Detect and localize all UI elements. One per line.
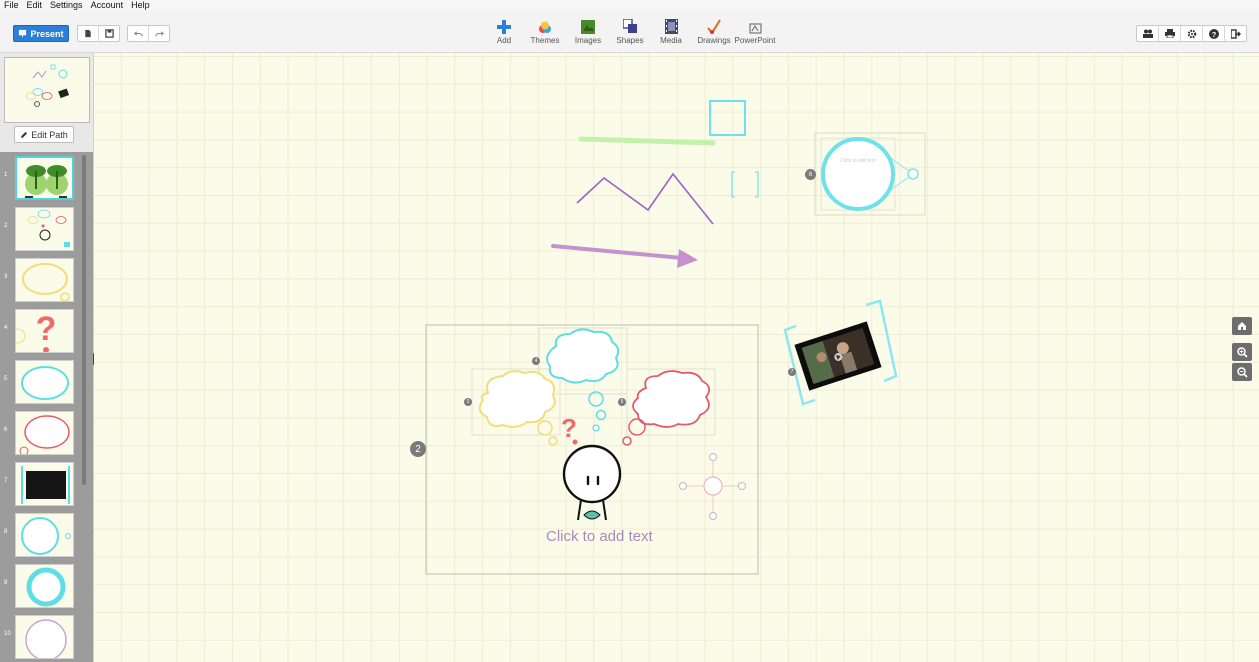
path-badge[interactable]: 4 xyxy=(532,357,540,365)
yellow-thought-bubble xyxy=(537,420,553,436)
red-question-mark[interactable]: ? xyxy=(561,413,577,443)
question-dot xyxy=(572,439,578,445)
path-badge[interactable]: 6 xyxy=(805,169,816,180)
path-badge[interactable]: 5 xyxy=(618,398,626,406)
cyan-bracket-shape[interactable] xyxy=(731,171,759,198)
red-thought-bubble xyxy=(628,418,646,436)
zoom-out-icon xyxy=(1236,366,1248,378)
small-cyan-circle[interactable] xyxy=(907,168,919,180)
path-badge[interactable]: 3 xyxy=(464,398,472,406)
purple-arrow-shape[interactable] xyxy=(551,244,684,260)
network-diagram[interactable] xyxy=(679,453,746,520)
stick-figure-head[interactable] xyxy=(562,444,622,504)
home-icon xyxy=(1238,322,1246,330)
red-thought-cloud[interactable] xyxy=(632,370,711,428)
green-line-shape[interactable] xyxy=(578,136,716,146)
zoom-in-button[interactable] xyxy=(1232,343,1252,361)
circle-placeholder-text[interactable]: Click to add text xyxy=(835,158,881,164)
path-badge[interactable]: 7 xyxy=(788,368,796,376)
zoom-in-icon xyxy=(1236,346,1248,358)
frame-number-badge[interactable]: 2 xyxy=(410,441,426,457)
stick-figure-hands xyxy=(583,510,601,520)
purple-arrow-head xyxy=(677,249,698,268)
cyan-square-shape[interactable] xyxy=(709,100,746,136)
yellow-thought-cloud[interactable] xyxy=(478,370,556,428)
click-to-add-text[interactable]: Click to add text xyxy=(546,528,653,545)
cyan-thought-cloud[interactable] xyxy=(546,328,620,384)
purple-zigzag-drawing[interactable] xyxy=(576,172,714,225)
canvas-objects: ? xyxy=(425,100,926,575)
zoom-out-button[interactable] xyxy=(1232,363,1252,381)
yellow-thought-bubble xyxy=(548,436,558,446)
video-frame[interactable] xyxy=(794,321,882,391)
home-view-button[interactable] xyxy=(1232,317,1252,335)
cyan-thought-bubble xyxy=(595,409,607,421)
big-cyan-circle[interactable] xyxy=(821,137,895,211)
red-thought-bubble xyxy=(622,436,632,446)
cyan-thought-bubble xyxy=(592,424,600,432)
